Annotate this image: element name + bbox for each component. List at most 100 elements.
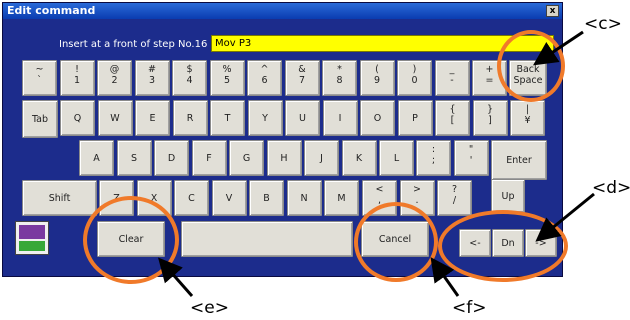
key-k[interactable]: K	[341, 140, 377, 176]
tab-key[interactable]: Tab	[22, 100, 58, 138]
key-t-label: T	[224, 112, 231, 124]
key-2-char: 2	[111, 75, 118, 86]
callout-ring-d	[438, 210, 568, 282]
key-u-label: U	[299, 112, 306, 124]
key-s-label: S	[130, 152, 138, 164]
space-bar[interactable]	[181, 221, 353, 257]
key-b-label: B	[263, 192, 270, 204]
key-g[interactable]: G	[229, 140, 264, 176]
key-9-char: 9	[373, 75, 381, 86]
key-5-char: 5	[223, 75, 231, 86]
key-l[interactable]: L	[379, 140, 414, 176]
key-o[interactable]: O	[360, 100, 395, 136]
callout-label-d: <d>	[592, 178, 630, 198]
key-h[interactable]: H	[266, 140, 302, 176]
key-10[interactable]: ) 0	[397, 60, 432, 96]
key-t[interactable]: T	[210, 100, 245, 136]
key-m-label: M	[337, 192, 346, 204]
key-p[interactable]: P	[397, 100, 433, 136]
key-i-label: I	[338, 112, 342, 124]
key-6[interactable]: ^ 6	[247, 60, 282, 96]
key-row4-sym-2-shift-char: ?	[451, 184, 458, 195]
key-w[interactable]: W	[97, 100, 133, 136]
key-6-shift-char: ^	[260, 64, 269, 75]
key-row2-sym-2-char: ¥	[524, 115, 531, 126]
key-7-char: 7	[298, 75, 306, 86]
key-1-shift-char: !	[75, 64, 79, 75]
key-a[interactable]: A	[79, 140, 114, 176]
key-h-label: H	[280, 152, 288, 164]
callout-label-e: <e>	[190, 298, 229, 318]
key-4[interactable]: $4	[172, 60, 207, 96]
key-g-label: G	[242, 152, 251, 164]
key-row4-sym-2-char: /	[452, 195, 457, 206]
key-r[interactable]: R	[172, 100, 208, 136]
key-y-label: Y	[262, 112, 268, 124]
key-row2-sym-2[interactable]: | ¥	[510, 100, 545, 136]
key-f[interactable]: F	[191, 140, 227, 176]
key-v-label: V	[225, 192, 233, 204]
key-1[interactable]: ! 1	[59, 60, 95, 96]
key-row2-sym-1[interactable]: }]	[472, 100, 508, 136]
key-m[interactable]: M	[324, 180, 359, 216]
key-j[interactable]: J	[304, 140, 339, 176]
key-c[interactable]: C	[174, 180, 209, 216]
close-button[interactable]: x	[546, 5, 559, 17]
callout-label-c: <c>	[584, 14, 622, 34]
key-row3-sym-0-shift-char: :	[431, 144, 436, 155]
key-8[interactable]: * 8	[322, 60, 357, 96]
key-9[interactable]: (9	[359, 60, 395, 96]
key-o-label: O	[373, 112, 382, 124]
key-row4-sym-2[interactable]: ? /	[437, 180, 472, 216]
key-0[interactable]: ~ `	[22, 60, 57, 96]
key-0-shift-char: ~	[35, 64, 44, 75]
callout-ring-e	[83, 196, 179, 284]
key-l-label: L	[393, 152, 400, 164]
key-q[interactable]: Q	[60, 100, 95, 136]
callout-ring-f	[354, 202, 438, 282]
key-row3-sym-0[interactable]: :;	[416, 140, 451, 176]
tab-key-label: Tab	[31, 113, 49, 125]
key-j-label: J	[320, 152, 323, 164]
key-n[interactable]: N	[286, 180, 322, 216]
key-3-shift-char: #	[148, 64, 156, 75]
key-0-char: `	[37, 75, 42, 86]
key-v[interactable]: V	[211, 180, 247, 216]
key-1-char: 1	[73, 75, 81, 86]
keyboard-icon[interactable]	[15, 221, 49, 255]
key-d[interactable]: D	[154, 140, 189, 176]
key-u[interactable]: U	[285, 100, 320, 136]
key-e-label: E	[149, 112, 156, 124]
key-i[interactable]: I	[322, 100, 358, 136]
up-arrow-key[interactable]: Up	[491, 179, 525, 213]
key-3[interactable]: #3	[134, 60, 170, 96]
key-2-shift-char: @	[109, 64, 120, 75]
shift-key[interactable]: Shift	[22, 180, 97, 216]
callout-ring-c	[497, 30, 565, 102]
key-5[interactable]: % 5	[209, 60, 245, 96]
key-row3-sym-1[interactable]: " '	[453, 140, 489, 176]
key-6-char: 6	[261, 75, 268, 86]
key-y[interactable]: Y	[247, 100, 283, 136]
key-row2-sym-0[interactable]: {[	[435, 100, 470, 136]
key-7-shift-char: &	[298, 64, 306, 75]
key-b[interactable]: B	[249, 180, 284, 216]
key-s[interactable]: S	[116, 140, 152, 176]
title-bar[interactable]: Edit command x	[3, 3, 562, 19]
key-row2-sym-0-char: [	[450, 115, 455, 126]
key-2[interactable]: @2	[97, 60, 132, 96]
key-7[interactable]: & 7	[284, 60, 320, 96]
window-title: Edit command	[7, 4, 96, 17]
key-11[interactable]: _ -	[434, 60, 470, 96]
enter-key[interactable]: Enter	[491, 140, 547, 180]
key-10-shift-char: )	[412, 64, 417, 75]
key-5-shift-char: %	[222, 64, 232, 75]
key-row3-sym-1-char: '	[469, 155, 473, 166]
key-4-char: 4	[186, 75, 193, 86]
key-3-char: 3	[148, 75, 156, 86]
key-c-label: C	[188, 192, 195, 204]
key-9-shift-char: (	[375, 64, 379, 75]
key-e[interactable]: E	[135, 100, 170, 136]
key-w-label: W	[110, 112, 120, 124]
key-row3-sym-0-char: ;	[431, 155, 436, 166]
